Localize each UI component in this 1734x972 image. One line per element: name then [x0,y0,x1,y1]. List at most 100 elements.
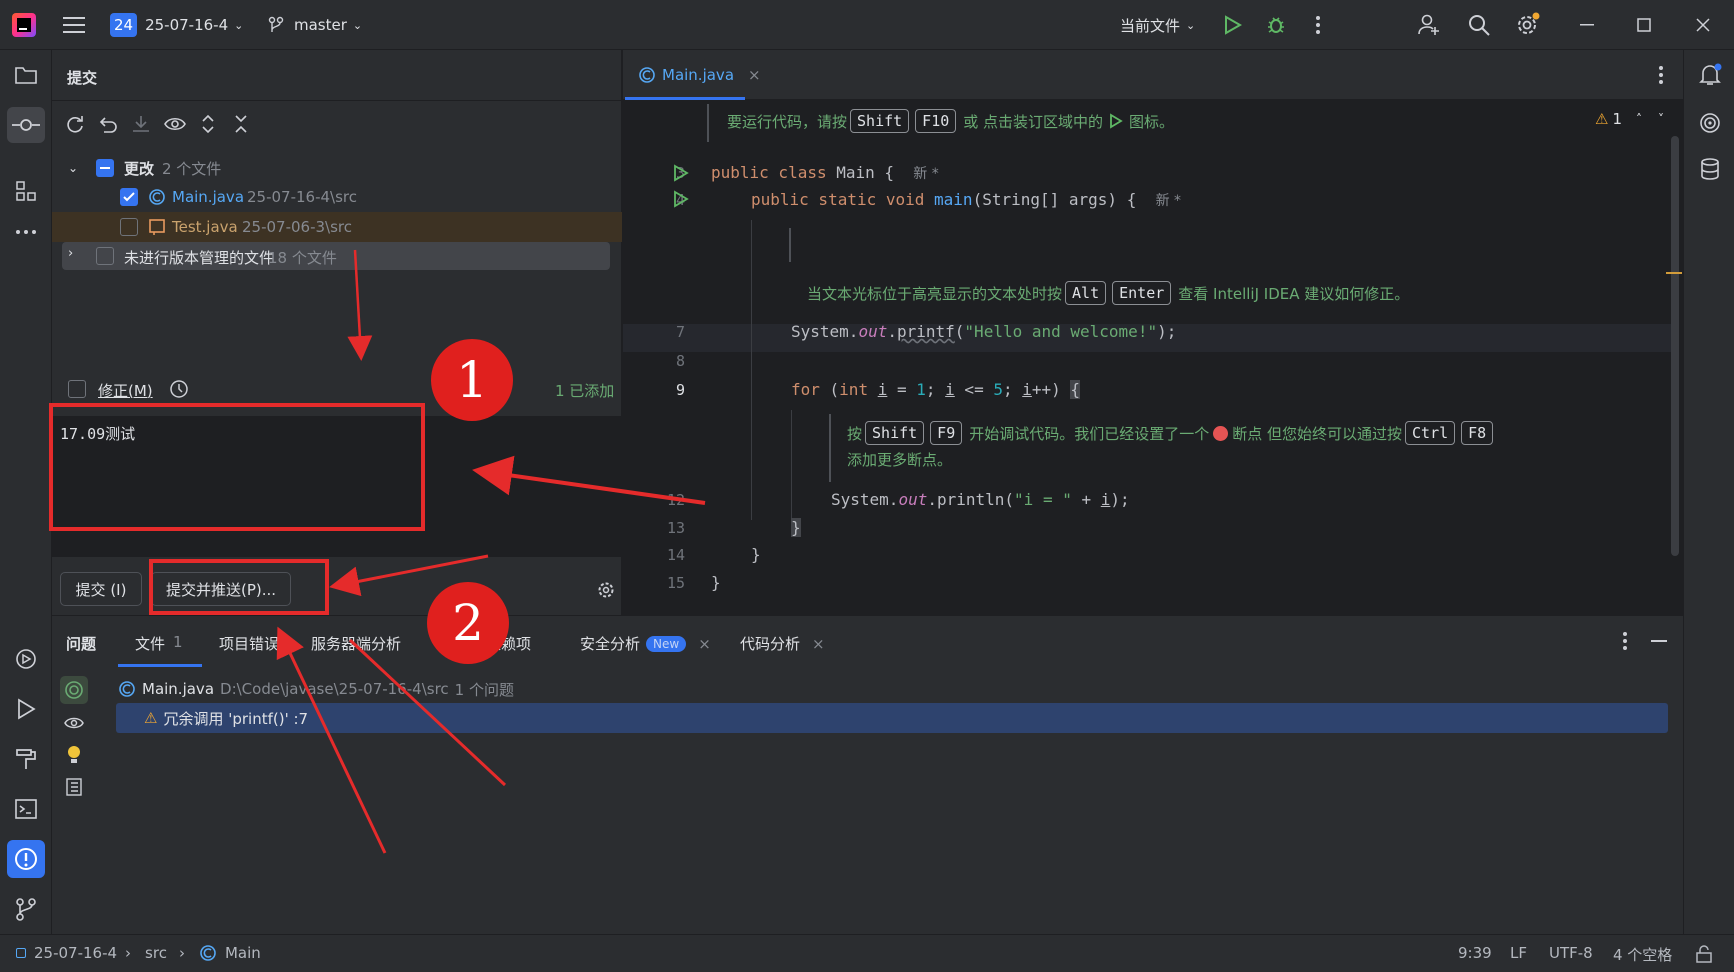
chevron-up-icon[interactable]: ˄ [1636,112,1642,126]
line-separator[interactable]: LF [1510,944,1527,962]
tab-main-java[interactable]: Main.java × [638,50,761,100]
commit-button[interactable]: 提交 (I) [60,572,142,606]
code-line-3[interactable]: public class Main { 新 * [711,163,939,183]
code-line-9[interactable]: for (int i = 1; i <= 5; i++) { [791,380,1081,399]
branch-selector[interactable]: master ⌄ [268,12,362,38]
details-icon[interactable] [60,774,88,800]
problem-file-row[interactable]: Main.java D:\Code\javase\25-07-16-4\src … [118,676,514,702]
code-line-13[interactable]: } [791,518,801,537]
code-line-7[interactable]: System.out.printf("Hello and welcome!"); [791,322,1176,341]
hide-panel-icon[interactable] [1648,630,1670,652]
file-checkbox-main[interactable] [120,188,138,206]
problems-tool-icon[interactable] [7,840,45,878]
tab-file[interactable]: 文件 1 [135,633,183,654]
add-user-icon[interactable] [1416,12,1442,38]
inspection-widget[interactable]: ⚠ 1 ˄ ˅ [1595,110,1664,128]
chevron-down-icon: ⌄ [352,18,363,32]
debug-icon[interactable] [1265,14,1287,36]
run-gutter-icon[interactable] [673,190,689,208]
ide-window: 24 25-07-16-4 ⌄ master ⌄ 当前文件 ⌄ 提交 ⌄ 更改 … [0,0,1734,972]
code-line-4[interactable]: public static void main(String[] args) {… [751,190,1181,210]
file-checkbox-test[interactable] [120,218,138,236]
git-icon[interactable] [13,896,39,922]
run-icon[interactable] [1222,14,1244,36]
expand-all-icon[interactable] [197,113,219,135]
file-encoding[interactable]: UTF-8 [1549,944,1593,962]
more-tools-icon[interactable] [13,222,39,242]
tab-security-analysis[interactable]: 安全分析 New × [580,633,711,654]
tab-server-analysis[interactable]: 服务器端分析 [311,633,401,654]
project-selector[interactable]: 24 25-07-16-4 ⌄ [110,12,243,38]
editor-scrollbar[interactable] [1671,136,1679,556]
run-config-label: 当前文件 [1120,16,1181,35]
highlight-box-commit-push [149,559,329,615]
close-tab-icon[interactable]: × [698,635,711,653]
added-status: 1 已添加 [555,382,615,400]
ai-assistant-icon[interactable] [1697,110,1723,136]
close-tab-icon[interactable]: × [812,635,825,653]
quick-fix-bulb-icon[interactable] [60,742,88,768]
terminal-icon[interactable] [13,796,39,822]
chevron-right-icon[interactable]: › [68,246,73,261]
preview-icon[interactable] [163,113,187,135]
collapse-all-icon[interactable] [230,113,252,135]
warning-stripe-marker[interactable] [1666,272,1682,274]
notifications-icon[interactable] [1697,62,1723,88]
main-menu-icon[interactable] [62,14,86,36]
build-icon[interactable] [13,746,39,772]
rollback-icon[interactable] [97,113,119,135]
show-preview-icon[interactable] [60,711,88,735]
changes-group-row[interactable]: ⌄ 更改 2 个文件 [52,154,622,182]
fix-hint: 当文本光标位于高亮显示的文本处时按 Alt Enter 查看 IntelliJ … [807,281,1409,305]
run-tool-icon[interactable] [13,696,39,722]
line-number: 12 [666,491,685,509]
database-icon[interactable] [1697,156,1723,182]
problem-row[interactable]: ⚠ 冗余调用 'printf()' :7 [116,703,1668,733]
unlock-icon[interactable] [1693,943,1715,965]
unversioned-checkbox[interactable] [96,247,114,265]
history-icon[interactable] [168,378,190,400]
folder-icon[interactable] [13,62,39,88]
commit-tool-icon[interactable] [7,107,45,143]
editor-area: Main.java × ⚠ 1 ˄ ˅ 要运行代码，请按 Shift F10 或… [623,50,1683,615]
code-line-14[interactable]: } [751,545,761,564]
chevron-down-icon[interactable]: ˅ [1658,112,1664,126]
caret-position[interactable]: 9:39 [1458,944,1492,962]
changes-group-checkbox[interactable] [96,159,114,177]
changes-group-count: 2 个文件 [162,159,222,178]
chevron-down-icon[interactable]: ⌄ [68,161,78,175]
close-tab-icon[interactable]: × [748,66,761,84]
breadcrumb-src[interactable]: src [145,944,167,962]
tab-problems[interactable]: 问题 [66,633,96,654]
tab-code-analysis[interactable]: 代码分析 × [740,633,825,654]
amend-checkbox[interactable] [68,380,86,398]
commit-options-gear-icon[interactable] [596,580,616,600]
run-config-selector[interactable]: 当前文件 ⌄ [1120,12,1195,38]
breadcrumb-class[interactable]: Main [225,944,261,962]
code-line-12[interactable]: System.out.println("i = " + i); [831,490,1130,509]
minimize-icon[interactable] [1575,14,1599,36]
title-bar: 24 25-07-16-4 ⌄ master ⌄ 当前文件 ⌄ [0,0,1734,50]
settings-icon[interactable] [1515,12,1541,38]
unversioned-group-row[interactable]: › 未进行版本管理的文件 18 个文件 [62,242,610,270]
panel-more-icon[interactable] [1617,630,1633,652]
run-gutter-icon [1110,113,1123,129]
breadcrumb-project[interactable]: 25-07-16-4 [34,944,117,962]
structure-icon[interactable] [13,178,39,204]
code-line-15[interactable]: } [711,573,721,592]
editor-more-icon[interactable] [1653,64,1669,86]
close-icon[interactable] [1691,14,1715,36]
indent-setting[interactable]: 4 个空格 [1613,944,1672,965]
search-icon[interactable] [1466,12,1492,38]
file-row-main[interactable]: Main.java 25-07-16-4\src [52,182,622,212]
hint-text: 断点 但您始终可以通过按 [1232,424,1403,443]
more-vertical-icon[interactable] [1308,14,1328,36]
services-icon[interactable] [13,646,39,672]
maximize-icon[interactable] [1632,14,1656,36]
run-gutter-icon[interactable] [673,164,689,182]
refresh-icon[interactable] [64,113,86,135]
amend-label[interactable]: 修正(M) [98,380,153,401]
file-row-test[interactable]: Test.java 25-07-06-3\src [52,212,622,242]
tab-project-errors[interactable]: 项目错误 [219,633,279,654]
auto-analysis-icon[interactable] [60,676,88,704]
